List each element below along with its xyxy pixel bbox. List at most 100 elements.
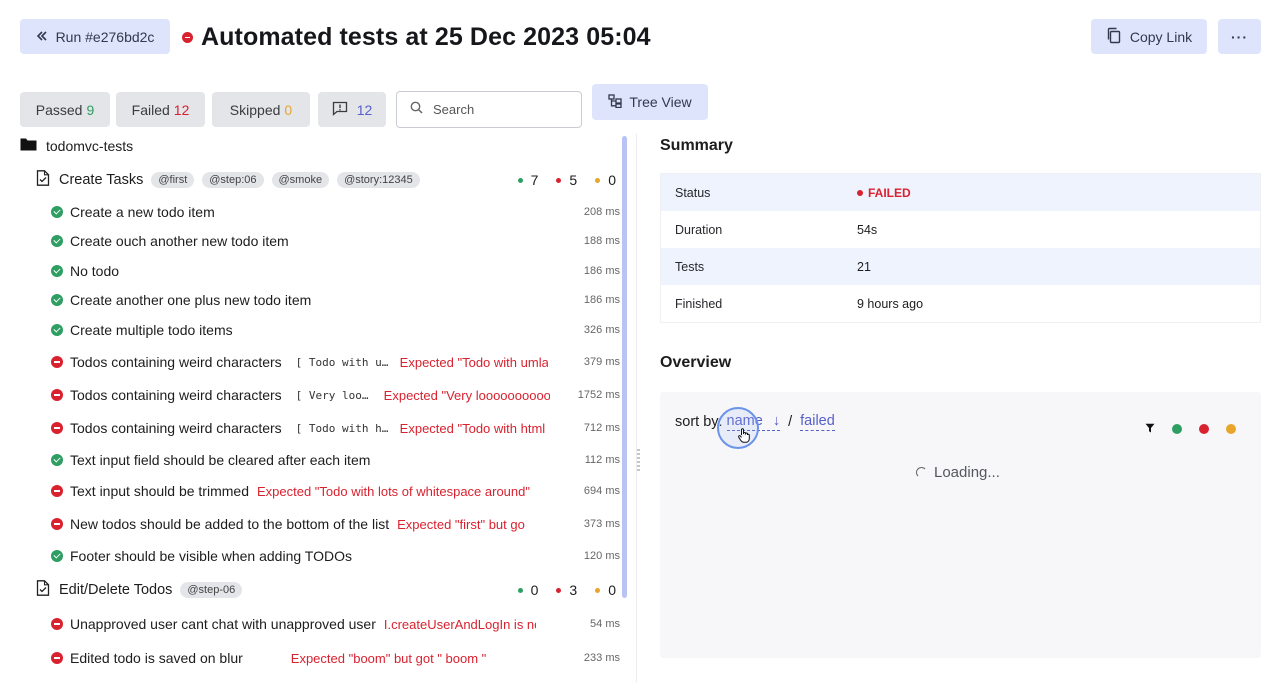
failed-dot-icon: [857, 189, 863, 196]
failed-icon: [51, 422, 63, 434]
test-row[interactable]: Create a new todo item 208 ms: [51, 201, 621, 223]
failed-filter-dot[interactable]: [1199, 424, 1209, 434]
summary-row: Duration 54s: [661, 211, 1260, 248]
suite-failed-count: 5: [569, 172, 578, 188]
suite-skipped-count: 0: [608, 582, 616, 598]
filter-failed[interactable]: Failed 12: [116, 92, 205, 127]
search-field[interactable]: [396, 91, 582, 128]
test-row[interactable]: New todos should be added to the bottom …: [51, 513, 621, 535]
test-duration: 120 ms: [583, 550, 620, 562]
filter-icon[interactable]: [1145, 420, 1155, 438]
search-input[interactable]: [433, 102, 563, 117]
test-name: Text input should be trimmed: [70, 483, 249, 499]
test-duration: 208 ms: [583, 206, 620, 218]
sort-by-failed-link[interactable]: failed: [800, 413, 835, 431]
suite-row[interactable]: Edit/Delete Todos @step-06 0 3 0: [36, 578, 622, 602]
passed-dot: [517, 587, 523, 593]
summary-table: Status FAILED Duration 54s Tests 21 Fini…: [660, 173, 1261, 323]
test-row[interactable]: Todos containing weird characters [ Todo…: [51, 417, 621, 439]
filter-skipped[interactable]: Skipped 0: [212, 92, 310, 127]
suite-counts: 7 5 0: [506, 172, 616, 188]
filter-skipped-count: 0: [284, 101, 293, 118]
suite-counts: 0 3 0: [506, 582, 616, 598]
test-name: Unapproved user cant chat with unapprove…: [70, 616, 376, 632]
filter-passed-label: Passed: [35, 101, 83, 118]
skipped-dot: [595, 587, 601, 593]
test-row[interactable]: Edited todo is saved on blur Expected "b…: [51, 647, 621, 669]
suite-failed-count: 3: [569, 582, 578, 598]
sort-separator: /: [788, 414, 793, 430]
more-options-button[interactable]: ···: [1218, 19, 1261, 54]
tree-view-button[interactable]: Tree View: [592, 84, 708, 120]
status-badge: FAILED: [868, 185, 911, 200]
spinner-icon: [916, 467, 927, 478]
passed-check-icon: [51, 550, 63, 562]
suite-passed-count: 0: [530, 582, 539, 598]
loading-indicator: Loading...: [916, 464, 1000, 481]
copy-link-button[interactable]: Copy Link: [1091, 19, 1207, 54]
skipped-dot: [595, 177, 601, 183]
back-to-run-button[interactable]: Run #e276bd2c: [20, 19, 170, 54]
tag[interactable]: @step:06: [202, 172, 264, 188]
test-row[interactable]: Todos containing weird characters [ Very…: [51, 384, 621, 406]
tag[interactable]: @first: [151, 172, 195, 188]
filter-passed[interactable]: Passed 9: [20, 92, 110, 127]
summary-key: Status: [675, 185, 711, 200]
passed-filter-dot[interactable]: [1172, 424, 1182, 434]
test-row[interactable]: No todo 186 ms: [51, 260, 621, 282]
failed-icon: [51, 389, 63, 401]
test-row[interactable]: Footer should be visible when adding TOD…: [51, 545, 621, 567]
comment-icon: [332, 101, 348, 119]
failed-icon: [51, 485, 63, 497]
test-row[interactable]: Text input should be trimmed Expected "T…: [51, 480, 621, 502]
tree-root-label: todomvc-tests: [46, 137, 134, 154]
tag[interactable]: @story:12345: [337, 172, 420, 188]
summary-row: Status FAILED: [661, 174, 1260, 211]
test-name: Footer should be visible when adding TOD…: [70, 548, 352, 564]
summary-row: Tests 21: [661, 248, 1260, 285]
test-param: [ Very loo…: [295, 388, 369, 402]
page-title: Automated tests at 25 Dec 2023 05:04: [201, 22, 651, 51]
tree-scrollbar[interactable]: [622, 136, 627, 598]
tree-view-label: Tree View: [629, 94, 692, 110]
filter-skipped-label: Skipped: [229, 101, 281, 118]
double-chevron-left-icon: [36, 29, 48, 45]
test-row[interactable]: Unapproved user cant chat with unapprove…: [51, 613, 621, 635]
summary-key: Finished: [675, 296, 723, 311]
test-param: [ Todo with u…: [295, 355, 389, 369]
test-row[interactable]: Todos containing weird characters [ Todo…: [51, 351, 621, 373]
test-row[interactable]: Text input field should be cleared after…: [51, 449, 621, 471]
test-row[interactable]: Create ouch another new todo item 188 ms: [51, 230, 621, 252]
suite-row[interactable]: Create Tasks @first @step:06 @smoke @sto…: [36, 168, 622, 192]
test-name: No todo: [70, 263, 120, 279]
filter-passed-count: 9: [86, 101, 95, 118]
test-error: Expected "Very looooooooooc: [383, 387, 550, 403]
tree-root[interactable]: todomvc-tests: [20, 137, 133, 154]
summary-key: Duration: [675, 222, 723, 237]
test-row[interactable]: Create another one plus new todo item 18…: [51, 289, 621, 311]
test-duration: 186 ms: [583, 265, 620, 277]
test-error: I.createUserAndLogIn is no: [383, 616, 536, 632]
test-error: Expected "Todo with lots of whitespace a…: [256, 483, 530, 499]
test-duration: 233 ms: [583, 652, 620, 664]
skipped-filter-dot[interactable]: [1226, 424, 1236, 434]
tag[interactable]: @smoke: [271, 172, 330, 188]
failed-icon: [51, 518, 63, 530]
test-row[interactable]: Create multiple todo items 326 ms: [51, 319, 621, 341]
filter-messages[interactable]: 12: [318, 92, 386, 127]
failed-icon: [51, 356, 63, 368]
suite-name: Create Tasks: [59, 172, 144, 188]
page-header: Automated tests at 25 Dec 2023 05:04: [182, 18, 651, 56]
search-icon: [410, 101, 423, 119]
passed-dot: [517, 177, 523, 183]
passed-check-icon: [51, 265, 63, 277]
resize-handle[interactable]: [637, 447, 642, 475]
overview-panel: sort by: name ↓ / failed Loading...: [660, 392, 1261, 658]
passed-check-icon: [51, 294, 63, 306]
summary-value: 21: [857, 259, 871, 274]
test-param: [ Todo with h…: [295, 421, 389, 435]
summary-row: Finished 9 hours ago: [661, 285, 1260, 322]
tag[interactable]: @step-06: [180, 582, 243, 598]
passed-check-icon: [51, 235, 63, 247]
test-name: Todos containing weird characters: [70, 420, 282, 436]
